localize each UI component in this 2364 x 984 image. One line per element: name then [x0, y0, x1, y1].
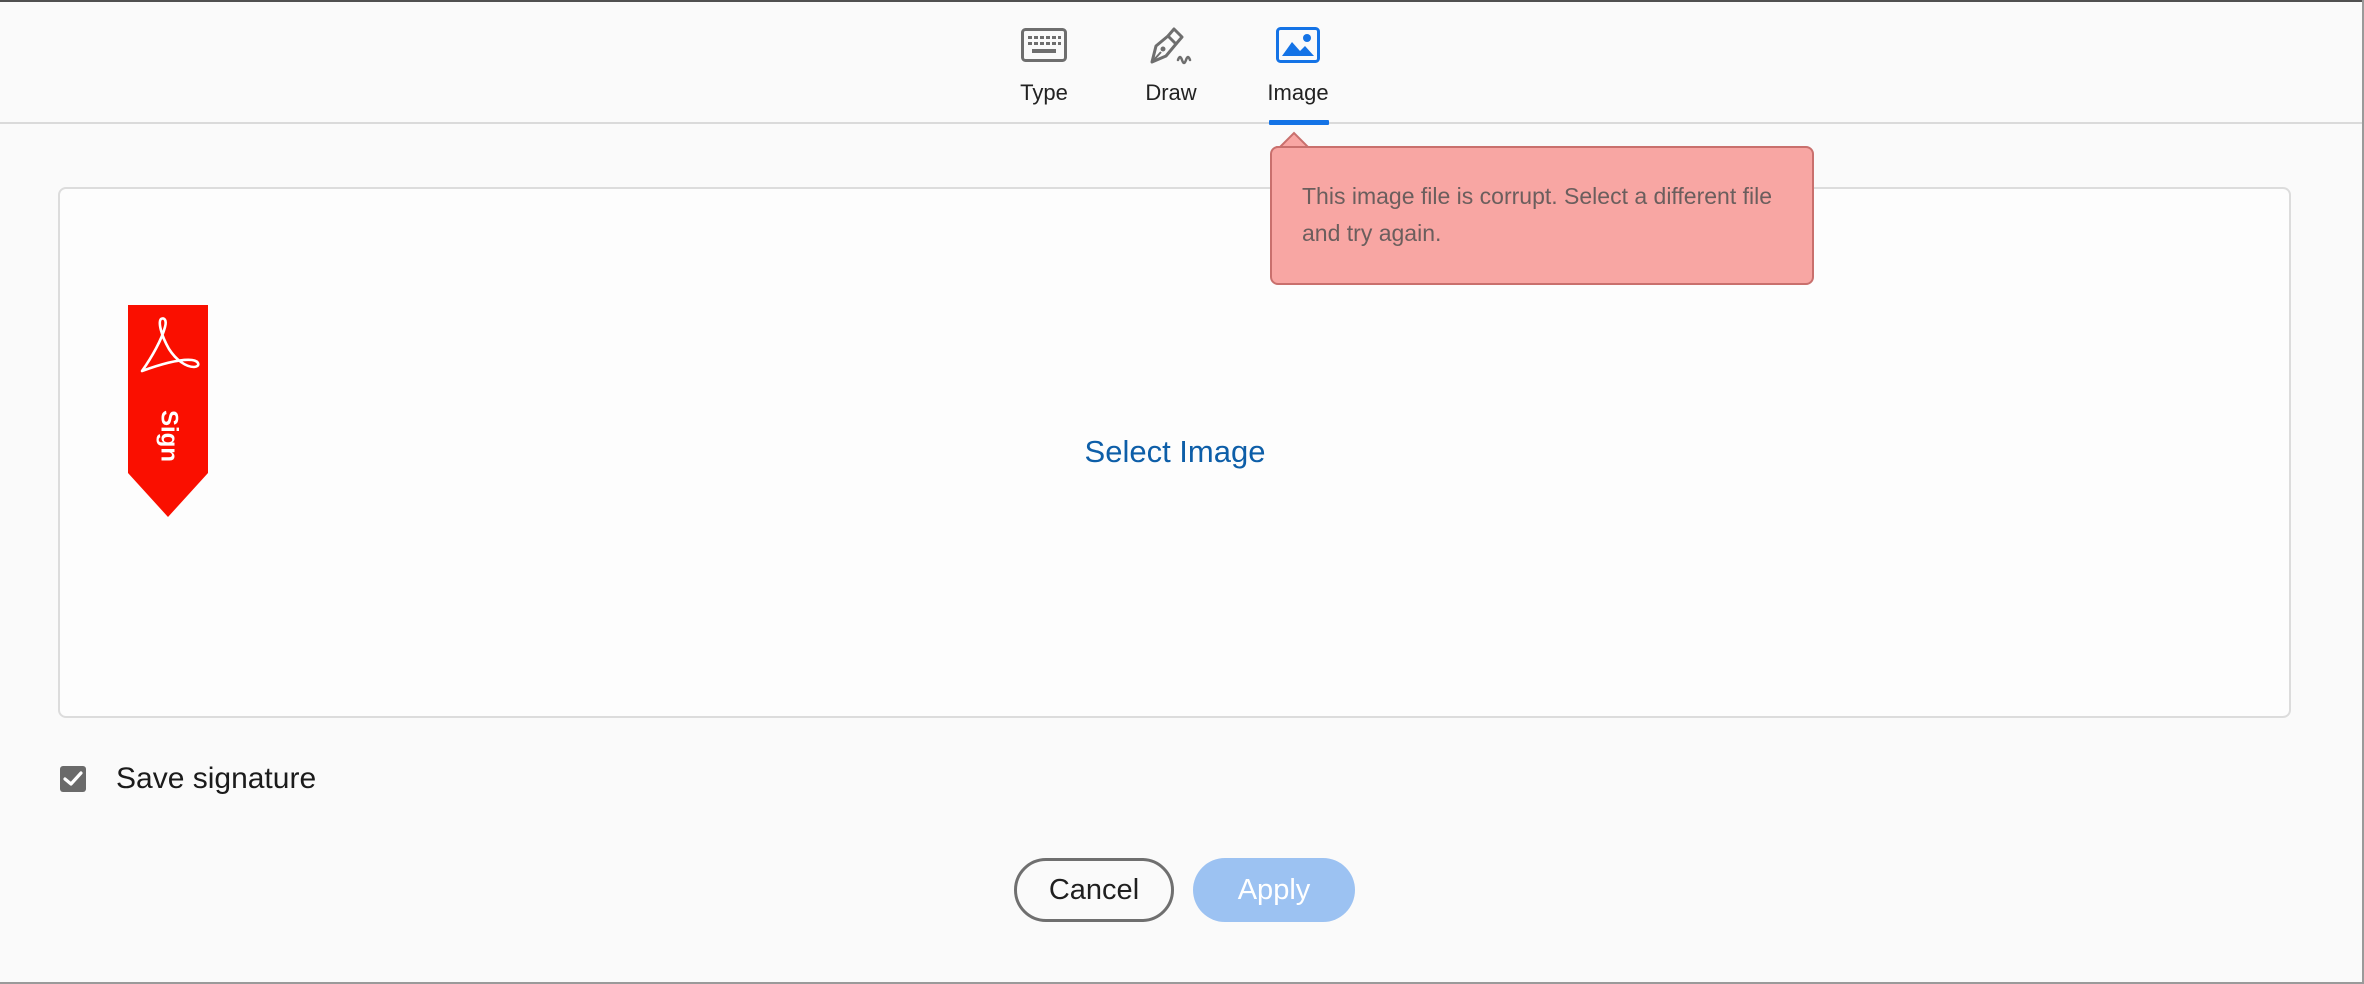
signature-dialog: Type Draw Image Sign Select Image This i… — [0, 0, 2364, 984]
tab-draw-label: Draw — [1145, 80, 1197, 105]
pen-icon — [1144, 20, 1198, 70]
tab-image[interactable]: Image — [1260, 20, 1336, 124]
save-signature-checkbox[interactable] — [60, 766, 86, 792]
image-icon — [1271, 20, 1325, 70]
keyboard-icon — [1017, 20, 1071, 70]
error-message: This image file is corrupt. Select a dif… — [1302, 183, 1773, 246]
active-tab-indicator — [1269, 120, 1329, 125]
adobe-sign-ribbon: Sign — [128, 305, 208, 517]
tab-type-label: Type — [1020, 80, 1068, 105]
cancel-button[interactable]: Cancel — [1014, 858, 1174, 922]
checkmark-icon — [63, 771, 83, 786]
save-signature-row: Save signature — [60, 760, 316, 798]
select-image-link[interactable]: Select Image — [1060, 430, 1290, 474]
save-signature-label: Save signature — [116, 762, 317, 795]
ribbon-sign-text: Sign — [156, 410, 183, 462]
tab-image-label: Image — [1267, 80, 1329, 105]
tab-type[interactable]: Type — [1003, 20, 1085, 124]
error-tooltip: This image file is corrupt. Select a dif… — [1270, 146, 1814, 285]
tab-draw[interactable]: Draw — [1130, 20, 1212, 124]
apply-button[interactable]: Apply — [1193, 858, 1355, 922]
signature-mode-tabs: Type Draw Image — [0, 2, 2364, 125]
